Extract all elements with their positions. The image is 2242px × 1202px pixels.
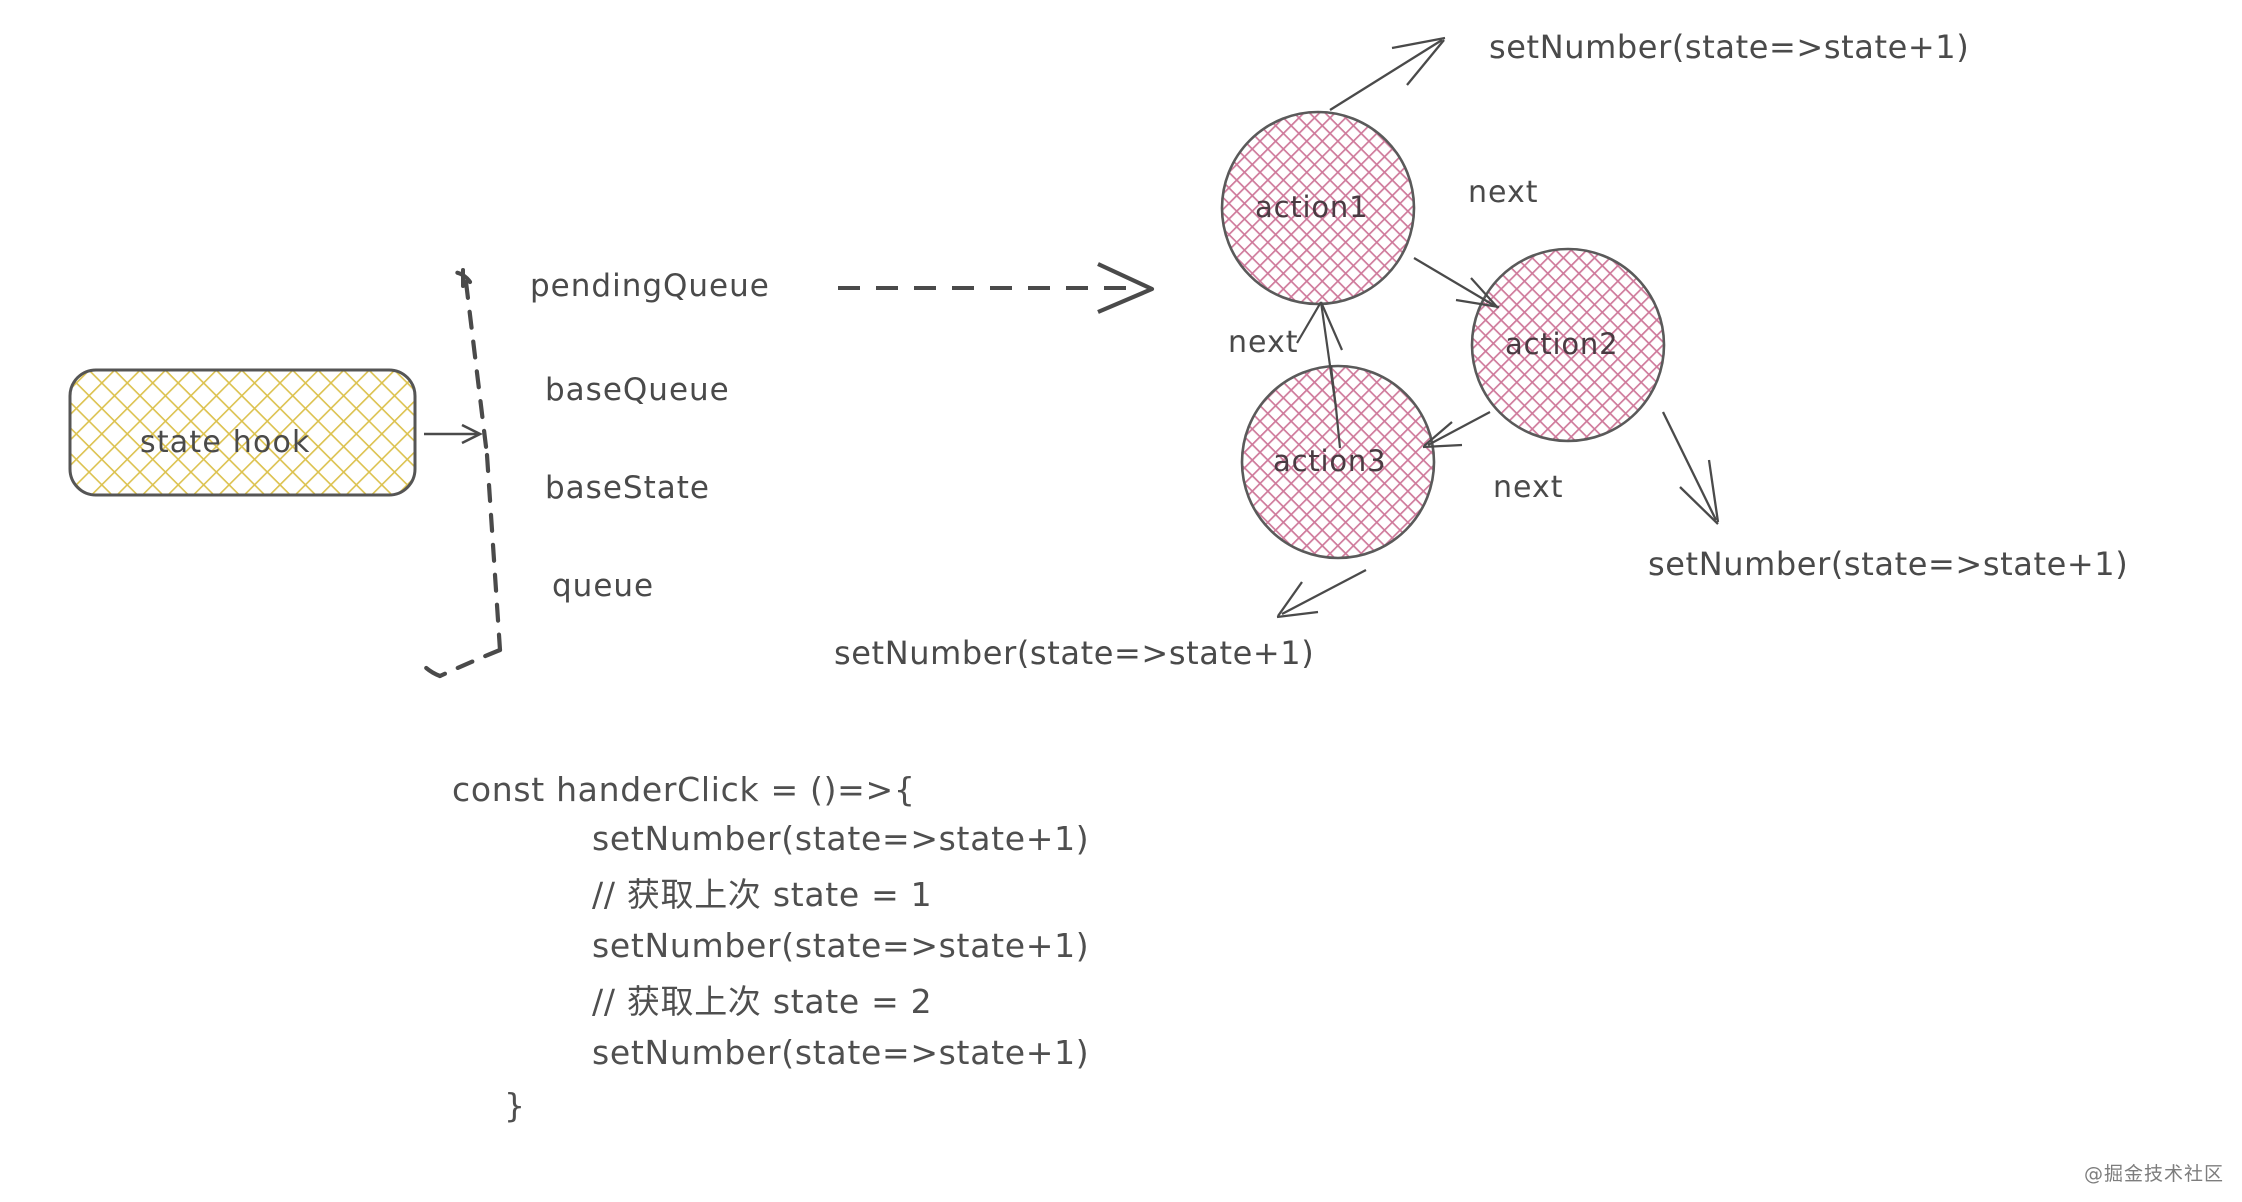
state-hook-label: state hook [140, 425, 311, 460]
code-line-7: } [504, 1086, 526, 1125]
edge-label-next-action3-action1: next [1228, 325, 1299, 360]
code-line-1: const handerClick = ()=>{ [452, 770, 916, 809]
next-arrow-action2-action3 [1422, 411, 1491, 449]
property-pendingqueue: pendingQueue [530, 268, 770, 304]
code-line-4: setNumber(state=>state+1) [592, 926, 1090, 965]
callout-arrow-top [1329, 36, 1446, 111]
code-line-6: setNumber(state=>state+1) [592, 1033, 1090, 1072]
diagram-vector-layer [68, 36, 1720, 679]
callout-arrow-bottom [1276, 568, 1367, 619]
pending-queue-dashed-arrow [838, 262, 1155, 314]
property-queue: queue [552, 568, 655, 604]
property-basestate: baseState [545, 470, 710, 506]
watermark: @掘金技术社区 [2083, 1163, 2224, 1185]
code-line-3: // 获取上次 state = 1 [592, 875, 933, 914]
next-arrow-action3-action1 [1296, 301, 1344, 449]
box-to-brace-arrow [424, 423, 483, 445]
callout-setnumber-bottom: setNumber(state=>state+1) [834, 634, 1315, 672]
code-line-5: // 获取上次 state = 2 [592, 982, 933, 1021]
code-block: const handerClick = ()=>{ setNumber(stat… [452, 770, 1089, 1125]
next-arrow-action1-action2 [1413, 257, 1500, 309]
code-line-2: setNumber(state=>state+1) [592, 819, 1090, 858]
diagram-canvas: state hook pendingQueue baseQueue baseSt… [0, 0, 2242, 1202]
edge-label-next-action2-action3: next [1493, 470, 1564, 505]
node-label-action1: action1 [1255, 190, 1369, 224]
node-label-action2: action2 [1505, 327, 1619, 361]
callout-arrow-right [1661, 411, 1720, 525]
callout-setnumber-right: setNumber(state=>state+1) [1648, 545, 2129, 583]
dashed-curly-brace [417, 269, 503, 679]
property-basequeue: baseQueue [545, 372, 730, 408]
edge-label-next-action1-action2: next [1468, 175, 1539, 210]
callout-setnumber-top: setNumber(state=>state+1) [1489, 28, 1970, 66]
node-label-action3: action3 [1273, 444, 1387, 478]
